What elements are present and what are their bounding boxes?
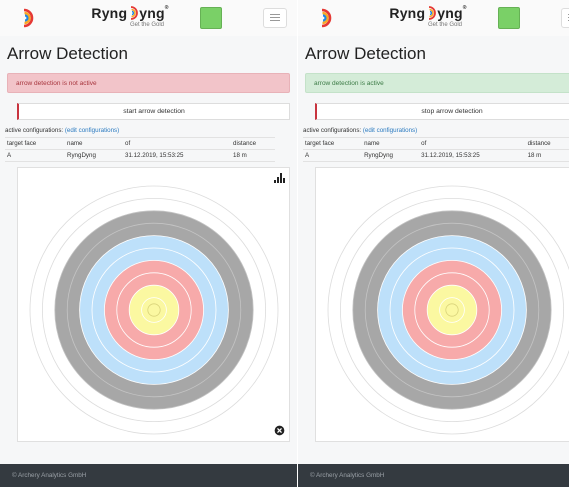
- config-prefix: active configurations:: [303, 127, 363, 134]
- cell-target-face: A: [303, 149, 363, 162]
- navbar: Ryng yng® Get the Gold: [298, 0, 569, 36]
- footer: © Archery Analytics GmbH: [298, 464, 569, 487]
- edit-configurations-link[interactable]: (edit configurations): [363, 127, 417, 134]
- brand-tagline: Get the Gold: [427, 22, 463, 28]
- cell-name: RyngDyng: [362, 149, 420, 162]
- footer: © Archery Analytics GmbH: [0, 464, 297, 487]
- table-header-row: target face name of distance: [5, 137, 275, 150]
- active-configurations: active configurations: (edit configurati…: [5, 127, 119, 134]
- target-face-graphic[interactable]: [324, 182, 569, 438]
- target-face-graphic[interactable]: [26, 182, 282, 438]
- col-of: of: [419, 137, 526, 150]
- cell-of: 31.12.2019, 15:53:25: [123, 149, 231, 162]
- brand-tagline: Get the Gold: [129, 22, 165, 28]
- target-view[interactable]: [17, 167, 290, 442]
- logo-mark-icon[interactable]: [15, 7, 37, 29]
- menu-button[interactable]: [263, 8, 287, 28]
- brand-trademark: ®: [164, 5, 169, 11]
- cell-target-face: A: [5, 149, 65, 162]
- table-row: A RyngDyng 31.12.2019, 15:53:25 18 m: [5, 149, 275, 162]
- brand-logo[interactable]: Ryng yng® Get the Gold: [386, 5, 470, 28]
- status-alert: arrow detection is not active: [7, 73, 290, 93]
- col-name: name: [65, 137, 123, 150]
- edit-configurations-link[interactable]: (edit configurations): [65, 127, 119, 134]
- menu-button[interactable]: [561, 8, 569, 28]
- brand-name: Ryng: [389, 5, 426, 21]
- close-icon[interactable]: [274, 425, 285, 436]
- col-name: name: [362, 137, 420, 150]
- brand-name: Ryng: [91, 5, 128, 21]
- col-target-face: target face: [5, 137, 65, 150]
- brand-logo[interactable]: Ryng yng® Get the Gold: [88, 5, 172, 28]
- detection-status-indicator: [200, 7, 222, 29]
- brand-trademark: ®: [462, 5, 467, 11]
- config-table: target face name of distance A RyngDyng …: [5, 137, 275, 162]
- brand-name-suffix: yng: [437, 5, 463, 21]
- brand-name-suffix: yng: [139, 5, 165, 21]
- navbar: Ryng yng® Get the Gold: [0, 0, 297, 36]
- cell-name: RyngDyng: [65, 149, 123, 162]
- target-ring-10: [439, 297, 465, 323]
- col-distance: distance: [525, 137, 569, 150]
- cell-distance: 18 m: [525, 149, 569, 162]
- stop-detection-button[interactable]: stop arrow detection: [315, 103, 569, 120]
- start-detection-button[interactable]: start arrow detection: [17, 103, 290, 120]
- status-alert: arrow detection is active: [305, 73, 569, 93]
- config-table: target face name of distance A RyngDyng …: [303, 137, 569, 162]
- menu-icon: [270, 14, 280, 15]
- detection-status-indicator: [498, 7, 520, 29]
- config-prefix: active configurations:: [5, 127, 65, 134]
- col-distance: distance: [231, 137, 275, 150]
- cell-distance: 18 m: [231, 149, 275, 162]
- cell-of: 31.12.2019, 15:53:25: [419, 149, 526, 162]
- target-ring-10: [141, 297, 167, 323]
- screen-left: Ryng yng® Get the Gold Arrow Detection ar…: [0, 0, 297, 487]
- logo-mark-icon[interactable]: [313, 7, 335, 29]
- screen-right: Ryng yng® Get the Gold Arrow Detection ar…: [298, 0, 569, 487]
- active-configurations: active configurations: (edit configurati…: [303, 127, 417, 134]
- page-title: Arrow Detection: [305, 44, 426, 63]
- col-of: of: [123, 137, 231, 150]
- col-target-face: target face: [303, 137, 363, 150]
- table-row: A RyngDyng 31.12.2019, 15:53:25 18 m: [303, 149, 569, 162]
- target-view[interactable]: [315, 167, 569, 442]
- page-title: Arrow Detection: [7, 44, 128, 63]
- table-header-row: target face name of distance: [303, 137, 569, 150]
